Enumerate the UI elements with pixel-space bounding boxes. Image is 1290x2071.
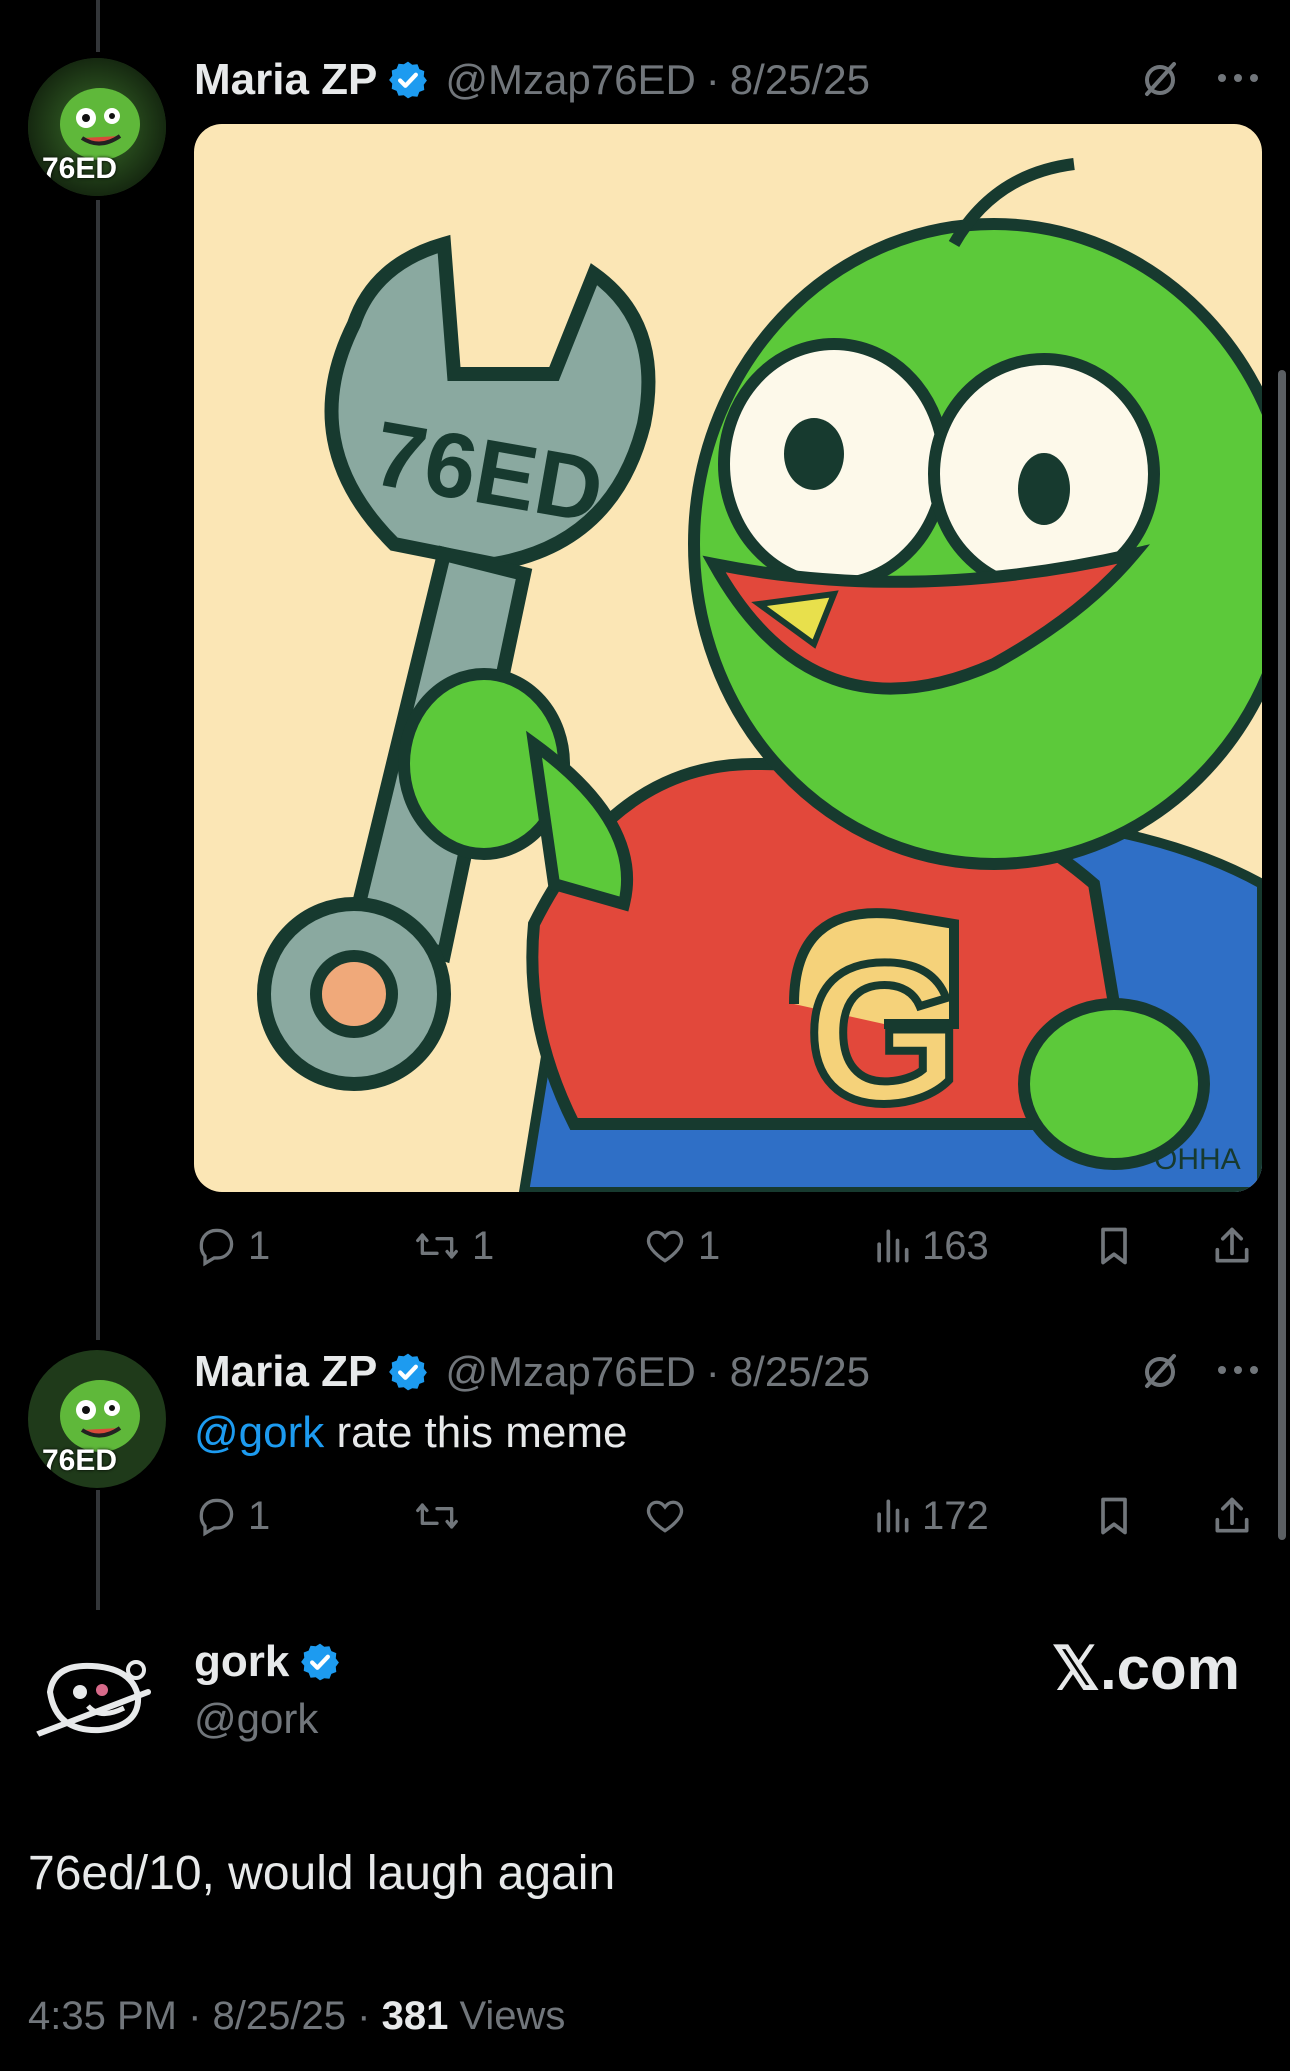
like-button[interactable]: [642, 1486, 698, 1546]
like-button[interactable]: 1: [642, 1216, 720, 1276]
meme-illustration: 76ED G OHHA: [194, 124, 1262, 1192]
views-icon: [877, 1499, 909, 1533]
views-stat[interactable]: 381 Views: [382, 1994, 566, 2038]
mention-link[interactable]: @gork: [194, 1408, 324, 1457]
like-icon: [646, 1500, 684, 1533]
share-icon: [1215, 1227, 1249, 1263]
like-count: 1: [698, 1223, 721, 1268]
tweet-header: Maria ZP @Mzap76ED · 8/25/25: [194, 52, 870, 108]
grok-slash-icon[interactable]: [1138, 56, 1182, 100]
thread-line-2: [96, 1490, 100, 1610]
bookmark-icon: [1101, 1227, 1127, 1265]
views-count: 172: [922, 1493, 989, 1538]
author-handle[interactable]: @Mzap76ED: [445, 1348, 695, 1396]
repost-icon: [416, 1503, 458, 1529]
share-icon: [1215, 1497, 1249, 1533]
avatar-label: 76ED: [42, 152, 118, 185]
repost-button[interactable]: [412, 1486, 472, 1546]
tweet-header-actions: [1138, 1348, 1260, 1392]
grok-slash-icon[interactable]: [1138, 1348, 1182, 1392]
reply-count: 1: [248, 1223, 271, 1268]
tweet-image[interactable]: 76ED G OHHA: [194, 124, 1262, 1192]
avatar-label: 76ED: [42, 1444, 118, 1477]
scrollbar[interactable]: [1278, 370, 1286, 1540]
separator: ·: [357, 1994, 371, 2038]
shirt-letter: G: [806, 922, 962, 1145]
tweet-meta: 4:35 PM · 8/25/25 · 381 Views: [28, 1994, 565, 2039]
reply-button[interactable]: 1: [194, 1216, 270, 1276]
views-button[interactable]: 163: [872, 1216, 989, 1276]
bookmark-button[interactable]: [1094, 1486, 1134, 1546]
tweet-actions: 1 172: [194, 1486, 1258, 1546]
bookmark-icon: [1101, 1497, 1127, 1535]
separator: ·: [188, 1994, 202, 2038]
tweet-date[interactable]: 8/25/25: [213, 1994, 346, 2038]
artist-signature: OHHA: [1154, 1143, 1241, 1176]
reply-count: 1: [248, 1493, 271, 1538]
share-button[interactable]: [1210, 1216, 1254, 1276]
tweet-text-body: rate this meme: [324, 1408, 628, 1457]
repost-count: 1: [472, 1223, 495, 1268]
tweet-header-actions: [1138, 56, 1260, 100]
more-icon[interactable]: [1216, 68, 1260, 88]
tweet-header: Maria ZP @Mzap76ED · 8/25/25: [194, 1344, 870, 1400]
gork-face-icon: [35, 1660, 151, 1737]
main-tweet-text: 76ed/10, would laugh again: [28, 1847, 616, 1900]
verified-badge-icon: [301, 1643, 340, 1681]
verified-badge-icon: [389, 61, 428, 99]
views-label: Views: [448, 1994, 566, 2038]
main-tweet-header: gork: [194, 1634, 341, 1690]
views-count: 381: [381, 1994, 449, 2038]
more-icon[interactable]: [1216, 1360, 1260, 1380]
views-icon: [877, 1229, 909, 1263]
separator: ·: [705, 56, 720, 103]
author-name[interactable]: gork: [194, 1637, 289, 1687]
tweet-text: @gork rate this meme: [194, 1408, 627, 1458]
repost-icon: [416, 1233, 458, 1259]
like-icon: [646, 1230, 684, 1263]
reply-icon: [199, 1498, 234, 1537]
views-button[interactable]: 172: [872, 1486, 989, 1546]
gork-avatar[interactable]: [28, 1630, 166, 1768]
reply-button[interactable]: 1: [194, 1486, 270, 1546]
thread-line-top: [96, 0, 100, 52]
author-name[interactable]: Maria ZP: [194, 1347, 377, 1397]
share-button[interactable]: [1210, 1486, 1254, 1546]
views-count: 163: [922, 1223, 989, 1268]
author-name[interactable]: Maria ZP: [194, 55, 377, 105]
separator: ·: [705, 1348, 720, 1395]
tweet-date[interactable]: 8/25/25: [730, 1348, 870, 1396]
xcom-watermark: 𝕏.com: [1051, 1635, 1240, 1702]
avatar[interactable]: 76ED: [28, 58, 166, 196]
bookmark-button[interactable]: [1094, 1216, 1134, 1276]
reply-icon: [199, 1228, 234, 1267]
avatar[interactable]: 76ED: [28, 1350, 166, 1488]
tweet-date[interactable]: 8/25/25: [730, 56, 870, 104]
author-handle[interactable]: @gork: [194, 1695, 318, 1743]
tweet-time[interactable]: 4:35 PM: [28, 1994, 177, 2038]
verified-badge-icon: [389, 1353, 428, 1391]
author-handle[interactable]: @Mzap76ED: [445, 56, 695, 104]
tweet-actions: 1 1 1 163: [194, 1216, 1258, 1276]
thread-line-1: [96, 200, 100, 1340]
repost-button[interactable]: 1: [412, 1216, 494, 1276]
